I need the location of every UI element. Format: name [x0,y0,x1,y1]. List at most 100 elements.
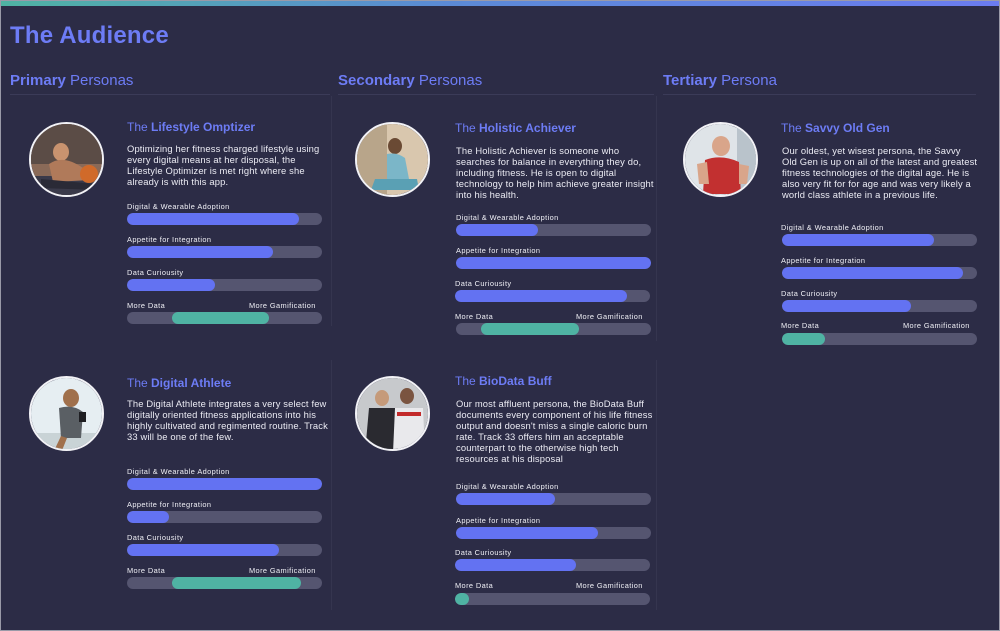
persona-title-prefix: The [455,374,480,388]
more-gamification-label: More Gamification [249,301,316,310]
column-header-primary: Primary Personas [10,72,330,95]
persona-description: Optimizing her fitness charged lifestyle… [127,143,320,188]
integration-label: Appetite for Integration [127,235,212,244]
adoption-fill [456,224,538,236]
column-header-secondary: Secondary Personas [338,72,654,95]
integration-fill [782,267,963,279]
data-gamification-range [782,333,825,345]
column-header-bold: Primary [10,72,66,89]
column-header-light: Personas [414,72,483,89]
more-gamification-label: More Gamification [576,312,643,321]
persona-name: Digital Athlete [151,376,232,390]
man-yoga-photo [355,122,430,197]
data-gamification-bar [127,312,322,324]
curiosity-label: Data Curiousity [455,279,512,288]
more-gamification-label: More Gamification [576,581,643,590]
integration-fill [127,511,169,523]
column-header-bold: Secondary [338,72,415,89]
persona-title-prefix: The [127,120,152,134]
curiosity-bar [127,544,322,556]
curiosity-fill [782,300,911,312]
integration-bar [456,527,651,539]
adoption-label: Digital & Wearable Adoption [456,213,559,222]
adoption-bar [456,224,651,236]
integration-label: Appetite for Integration [127,500,212,509]
more-data-label: More Data [127,566,166,575]
more-gamification-label: More Gamification [249,566,316,575]
persona-title: The Digital Athlete [127,376,231,390]
page-title: The Audience [10,22,169,49]
curiosity-fill [127,544,279,556]
curiosity-bar [455,290,650,302]
curiosity-fill [455,290,627,302]
persona-title: The Lifestyle Omptizer [127,120,255,134]
accent-bar [1,1,999,6]
adoption-fill [782,234,934,246]
column-header-light: Persona [716,72,777,89]
adoption-label: Digital & Wearable Adoption [127,202,230,211]
integration-fill [456,527,598,539]
adoption-fill [456,493,555,505]
data-gamification-bar [127,577,322,589]
runner-photo [29,376,104,451]
integration-bar [127,246,322,258]
column-header-tertiary: Tertiary Persona [663,72,976,95]
data-gamification-bar [782,333,977,345]
persona-description: Our most affluent persona, the BioData B… [456,398,653,465]
adoption-bar [127,213,322,225]
adoption-bar [782,234,977,246]
data-gamification-bar [455,593,650,605]
adoption-bar [127,478,322,490]
persona-name: Holistic Achiever [479,121,576,135]
persona-title: The BioData Buff [455,374,552,388]
persona-name: Savvy Old Gen [805,121,890,135]
integration-label: Appetite for Integration [456,516,541,525]
woman-stretching-photo [29,122,104,197]
more-data-label: More Data [127,301,166,310]
adoption-fill [127,478,322,490]
adoption-bar [456,493,651,505]
persona-title-prefix: The [127,376,152,390]
curiosity-label: Data Curiousity [455,548,512,557]
persona-title: The Holistic Achiever [455,121,576,135]
more-gamification-label: More Gamification [903,321,970,330]
curiosity-bar [127,279,322,291]
older-man-photo [683,122,758,197]
persona-description: The Digital Athlete integrates a very se… [127,398,328,443]
column-divider [331,96,332,326]
persona-name: Lifestyle Omptizer [151,120,256,134]
column-divider [656,96,657,341]
data-gamification-range [172,312,269,324]
column-header-light: Personas [65,72,134,89]
persona-title-prefix: The [781,121,806,135]
adoption-label: Digital & Wearable Adoption [127,467,230,476]
more-data-label: More Data [781,321,820,330]
more-data-label: More Data [455,312,494,321]
integration-bar [782,267,977,279]
curiosity-label: Data Curiousity [781,289,838,298]
curiosity-bar [782,300,977,312]
integration-fill [456,257,651,269]
curiosity-label: Data Curiousity [127,268,184,277]
integration-fill [127,246,273,258]
data-gamification-range [481,323,579,335]
column-header-bold: Tertiary [663,72,717,89]
persona-title: The Savvy Old Gen [781,121,890,135]
integration-bar [127,511,322,523]
adoption-label: Digital & Wearable Adoption [456,482,559,491]
trainer-and-client-photo [355,376,430,451]
adoption-fill [127,213,299,225]
more-data-label: More Data [455,581,494,590]
persona-name: BioData Buff [479,374,552,388]
integration-label: Appetite for Integration [456,246,541,255]
data-gamification-bar [456,323,651,335]
persona-description: The Holistic Achiever is someone who sea… [456,145,654,201]
adoption-label: Digital & Wearable Adoption [781,223,884,232]
persona-description: Our oldest, yet wisest persona, the Savv… [782,145,978,201]
curiosity-bar [455,559,650,571]
integration-label: Appetite for Integration [781,256,866,265]
curiosity-label: Data Curiousity [127,533,184,542]
curiosity-fill [127,279,215,291]
curiosity-fill [455,559,576,571]
persona-title-prefix: The [455,121,480,135]
